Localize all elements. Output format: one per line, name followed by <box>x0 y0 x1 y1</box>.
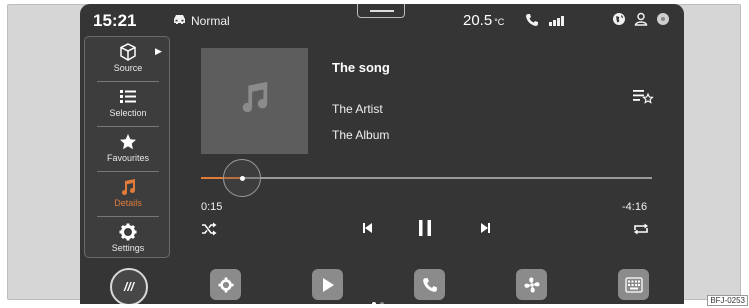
globe-icon[interactable] <box>612 12 626 29</box>
menu-label-selection: Selection <box>109 108 147 118</box>
pull-down-handle[interactable] <box>357 4 405 18</box>
menu-item-settings[interactable]: Settings <box>85 217 171 261</box>
page-indicator <box>380 302 384 304</box>
notification-icon[interactable] <box>656 12 670 29</box>
menu-label-source: Source <box>113 63 143 73</box>
dock-phone-button[interactable] <box>414 269 445 300</box>
page-indicator-active <box>372 302 376 304</box>
menu-item-details[interactable]: Details <box>85 172 171 216</box>
add-to-favourites-icon[interactable] <box>632 88 654 107</box>
list-icon <box>85 88 171 106</box>
caret-right-icon: ▶ <box>155 46 162 56</box>
track-album: The Album <box>332 128 390 142</box>
progress-knob[interactable] <box>222 159 261 197</box>
repeat-icon[interactable] <box>632 222 650 240</box>
fan-icon <box>523 276 541 293</box>
music-note-icon <box>237 80 271 123</box>
outside-temperature: 20.5 °C <box>463 12 504 29</box>
phone-icon <box>525 13 539 30</box>
phone-icon <box>422 276 438 293</box>
dock-keyboard-button[interactable] <box>618 269 649 300</box>
dock-climate-button[interactable] <box>516 269 547 300</box>
dock-settings-button[interactable] <box>210 269 241 300</box>
car-icon <box>172 14 187 28</box>
temperature-value: 20.5 <box>463 12 493 29</box>
pause-icon[interactable] <box>418 219 432 240</box>
status-bar: 15:21 Normal 20.5 °C <box>80 4 684 36</box>
drive-mode[interactable]: Normal <box>172 14 230 28</box>
media-menu: ▶ Source Selection Favourites Details Se… <box>84 36 170 258</box>
page-frame: 15:21 Normal 20.5 °C ▶ Source Selection … <box>0 0 749 308</box>
home-label: /// <box>123 280 134 294</box>
menu-item-favourites[interactable]: Favourites <box>85 127 171 171</box>
gear-icon <box>217 276 234 293</box>
menu-item-source[interactable]: ▶ Source <box>85 37 171 81</box>
menu-label-favourites: Favourites <box>106 153 150 163</box>
progress-track[interactable] <box>201 177 652 179</box>
music-note-icon <box>85 178 171 196</box>
remaining-time: -4:16 <box>622 201 648 213</box>
album-art <box>201 48 308 154</box>
user-icon[interactable] <box>634 12 648 29</box>
star-icon <box>85 133 171 151</box>
drive-mode-label: Normal <box>191 14 230 28</box>
track-title: The song <box>332 60 390 75</box>
temperature-unit: °C <box>494 17 505 27</box>
elapsed-time: 0:15 <box>201 201 223 213</box>
previous-track-icon[interactable] <box>363 222 373 240</box>
play-icon <box>321 276 335 293</box>
gear-icon <box>85 223 171 241</box>
dock-media-button[interactable] <box>312 269 343 300</box>
connectivity-icons <box>525 13 566 30</box>
menu-label-details: Details <box>114 198 142 208</box>
system-icons <box>612 12 670 29</box>
track-artist: The Artist <box>332 102 383 116</box>
menu-item-selection[interactable]: Selection <box>85 82 171 126</box>
keyboard-icon <box>624 276 643 293</box>
home-button[interactable]: /// <box>110 268 148 304</box>
shuffle-icon[interactable] <box>201 222 217 240</box>
signal-icon <box>548 15 566 29</box>
reference-code: BFJ-0253 <box>707 295 748 306</box>
next-track-icon[interactable] <box>480 222 490 240</box>
menu-label-settings: Settings <box>111 243 145 253</box>
clock: 15:21 <box>93 11 137 30</box>
infotainment-screen: 15:21 Normal 20.5 °C ▶ Source Selection … <box>80 4 684 304</box>
